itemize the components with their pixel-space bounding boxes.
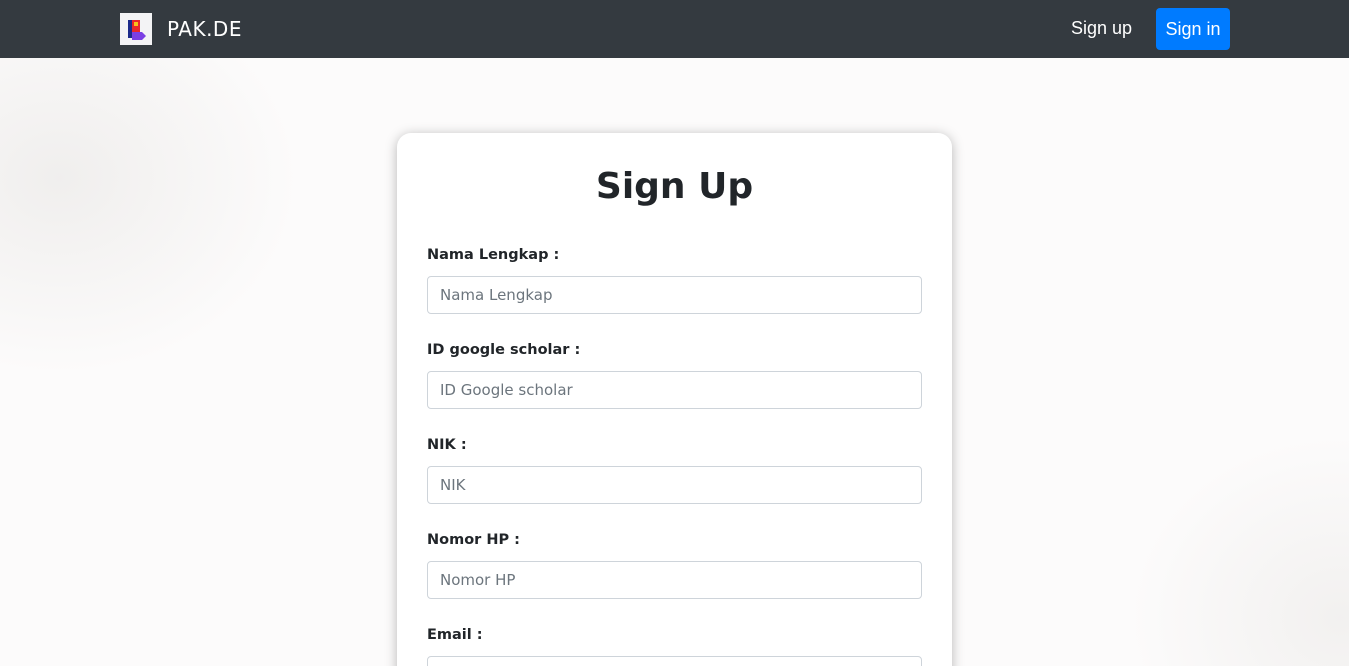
nik-label: NIK : xyxy=(427,437,467,453)
signin-button[interactable]: Sign in xyxy=(1156,8,1230,50)
nomor-hp-label: Nomor HP : xyxy=(427,532,520,548)
page-title: Sign Up xyxy=(595,166,754,207)
signup-card: Sign Up Nama Lengkap : ID google scholar… xyxy=(397,133,952,666)
email-input[interactable] xyxy=(427,656,922,666)
nik-input[interactable] xyxy=(427,466,922,504)
nama-lengkap-input[interactable] xyxy=(427,276,922,314)
email-label: Email : xyxy=(427,627,483,643)
brand-name: PAK.DE xyxy=(167,17,242,41)
pakde-logo-icon xyxy=(120,13,152,45)
google-scholar-id-label: ID google scholar : xyxy=(427,342,581,358)
google-scholar-id-input[interactable] xyxy=(427,371,922,409)
top-navbar: PAK.DE Sign up Sign in xyxy=(0,0,1349,58)
nama-lengkap-label: Nama Lengkap : xyxy=(427,247,560,263)
brand-link[interactable]: PAK.DE xyxy=(120,13,242,45)
nomor-hp-input[interactable] xyxy=(427,561,922,599)
signup-nav-link[interactable]: Sign up xyxy=(1071,16,1132,40)
